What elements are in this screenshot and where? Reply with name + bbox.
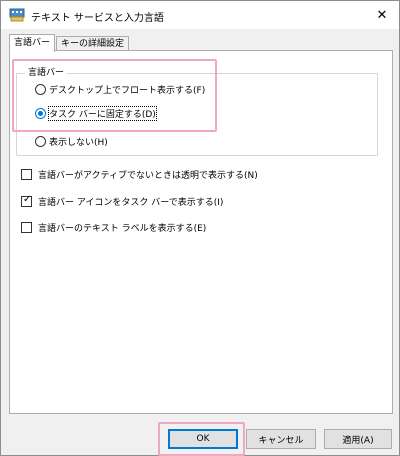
dialog-window: テキスト サービスと入力言語 ✕ 言語バー キーの詳細設定 言語バー デスクトッ… [0, 0, 400, 456]
keyboard-icon [9, 8, 25, 22]
checkbox-label: 言語バーがアクティブでないときは透明で表示する(N) [38, 171, 258, 181]
checkbox-label: 言語バーのテキスト ラベルを表示する(E) [38, 224, 207, 234]
radio-label: 表示しない(H) [49, 138, 108, 148]
radio-label: デスクトップ上でフロート表示する(F) [49, 86, 206, 96]
checkbox-checked[interactable]: ✓ [21, 194, 32, 207]
checkbox[interactable] [21, 169, 32, 180]
checkbox-show-taskbar-icon[interactable]: ✓ 言語バー アイコンをタスク バーで表示する(I) [21, 194, 224, 208]
cancel-button-label: キャンセル [258, 435, 304, 446]
tab-advanced-key-settings-label: キーの詳細設定 [61, 39, 125, 49]
radio-button[interactable] [35, 84, 46, 95]
tab-language-bar[interactable]: 言語バー [9, 34, 56, 52]
radio-hidden[interactable]: 表示しない(H) [35, 135, 108, 148]
checkbox-transparent-when-inactive[interactable]: 言語バーがアクティブでないときは透明で表示する(N) [21, 168, 258, 181]
ok-button-label: OK [196, 434, 210, 444]
radio-dock-in-taskbar[interactable]: タスク バーに固定する(D) [35, 106, 157, 121]
groupbox-legend: 言語バー [25, 65, 68, 78]
radio-float-on-desktop[interactable]: デスクトップ上でフロート表示する(F) [35, 83, 205, 96]
tab-language-bar-label: 言語バー [14, 38, 51, 48]
apply-button[interactable]: 適用(A) [324, 429, 392, 449]
window-title: テキスト サービスと入力言語 [31, 13, 164, 24]
ok-button[interactable]: OK [168, 429, 238, 449]
radio-label: タスク バーに固定する(D) [48, 106, 157, 121]
radio-button-selected[interactable] [35, 108, 46, 119]
checkbox-show-text-labels[interactable]: 言語バーのテキスト ラベルを表示する(E) [21, 221, 206, 234]
close-button[interactable]: ✕ [365, 1, 399, 29]
checkbox-label: 言語バー アイコンをタスク バーで表示する(I) [38, 198, 224, 208]
checkbox[interactable] [21, 222, 32, 233]
title-bar[interactable]: テキスト サービスと入力言語 ✕ [1, 1, 399, 29]
apply-button-label: 適用(A) [342, 435, 374, 446]
checkmark-icon: ✓ [23, 194, 32, 205]
cancel-button[interactable]: キャンセル [246, 429, 316, 449]
radio-button[interactable] [35, 136, 46, 147]
close-icon: ✕ [376, 7, 388, 23]
